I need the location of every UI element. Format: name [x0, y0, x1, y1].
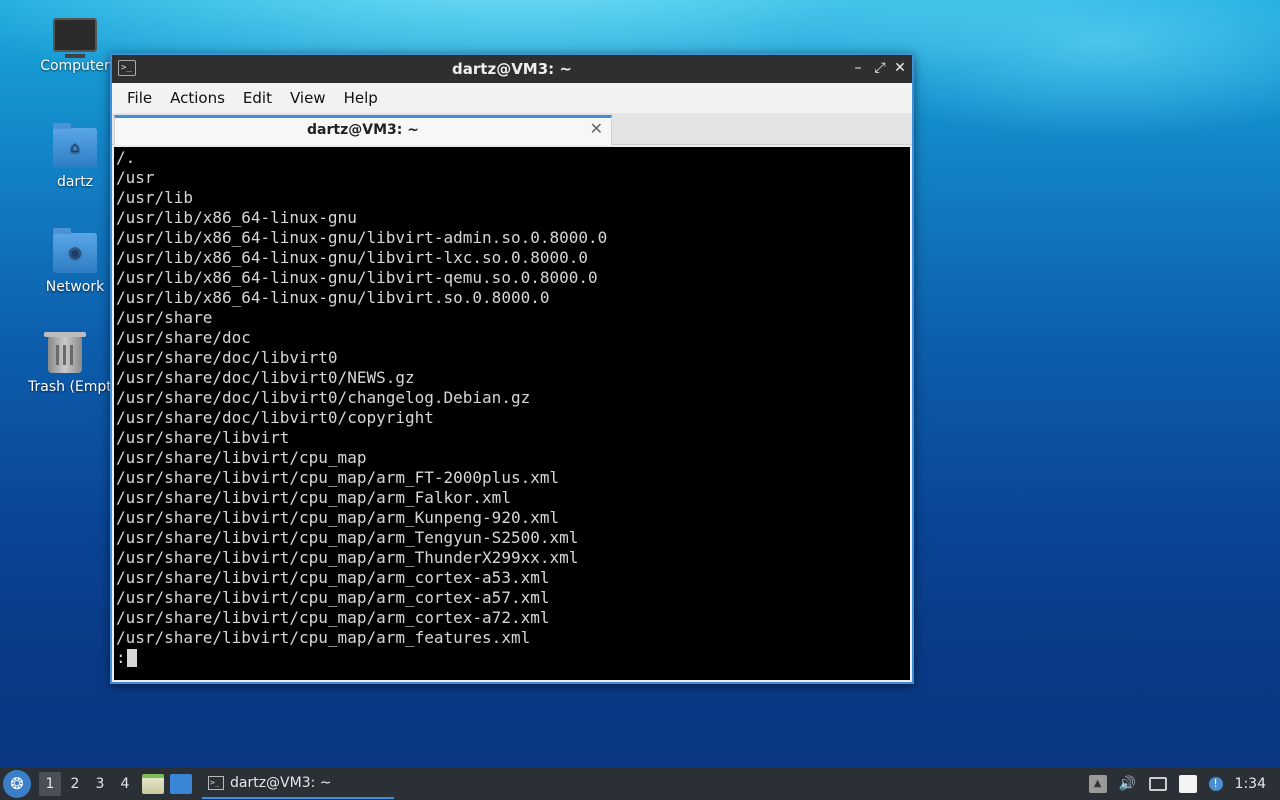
minimize-button[interactable]: –: [848, 58, 868, 78]
workspace-3[interactable]: 3: [89, 772, 111, 796]
pager-prompt-text: :: [116, 648, 126, 667]
terminal-line: /usr/share: [116, 308, 213, 327]
pager-prompt[interactable]: :: [116, 648, 908, 668]
terminal-line: /usr/share/doc/libvirt0/changelog.Debian…: [116, 388, 531, 407]
computer-icon: [53, 18, 97, 58]
terminal-window: >_ dartz@VM3: ~ – ⤢ ✕ File Actions Edit …: [110, 53, 914, 684]
window-titlebar[interactable]: >_ dartz@VM3: ~ – ⤢ ✕: [112, 55, 912, 83]
terminal-line: /usr/share/libvirt/cpu_map/arm_Falkor.xm…: [116, 488, 511, 507]
terminal-line: /usr/share/doc: [116, 328, 251, 347]
terminal-task-icon: >_: [208, 776, 224, 790]
terminal-line: /usr/share/libvirt/cpu_map/arm_features.…: [116, 628, 531, 647]
terminal-line: /usr/share/libvirt/cpu_map/arm_cortex-a5…: [116, 588, 550, 607]
terminal-line: /usr/share/libvirt: [116, 428, 290, 447]
file-manager-icon[interactable]: [142, 774, 164, 794]
start-menu-button[interactable]: ❂: [3, 770, 31, 798]
trash-icon: [44, 332, 86, 373]
close-button[interactable]: ✕: [890, 58, 910, 78]
terminal-line: /usr/share/libvirt/cpu_map/arm_cortex-a7…: [116, 608, 550, 627]
network-folder-icon: ◉: [53, 228, 97, 273]
text-cursor: [126, 649, 137, 667]
network-glyph: ◉: [68, 243, 82, 261]
workspace-4[interactable]: 4: [114, 772, 136, 796]
menu-actions[interactable]: Actions: [161, 89, 234, 107]
tab-title: dartz@VM3: ~: [307, 122, 419, 138]
terminal-output[interactable]: /. /usr /usr/lib /usr/lib/x86_64-linux-g…: [114, 147, 910, 680]
desktop-icon-trash[interactable]: Trash (Empty): [20, 332, 110, 395]
tab-close-icon[interactable]: ✕: [590, 119, 603, 138]
terminal-line: /usr/share/libvirt/cpu_map/arm_cortex-a5…: [116, 568, 550, 587]
menu-edit[interactable]: Edit: [234, 89, 281, 107]
terminal-line: /usr/share/libvirt/cpu_map/arm_FT-2000pl…: [116, 468, 560, 487]
desktop-icon-label: Trash (Empty): [28, 379, 110, 395]
maximize-button[interactable]: ⤢: [870, 58, 890, 78]
workspace-2[interactable]: 2: [64, 772, 86, 796]
terminal-line: /usr/lib/x86_64-linux-gnu: [116, 208, 357, 227]
show-desktop-icon[interactable]: [170, 774, 192, 794]
terminal-line: /usr/share/doc/libvirt0: [116, 348, 338, 367]
terminal-line: /usr/share/doc/libvirt0/NEWS.gz: [116, 368, 415, 387]
network-icon[interactable]: [1148, 777, 1167, 791]
eject-icon[interactable]: ▲: [1088, 775, 1107, 793]
terminal-line: /.: [116, 148, 136, 167]
terminal-line: /usr/lib/x86_64-linux-gnu/libvirt-qemu.s…: [116, 268, 598, 287]
home-folder-icon: ⌂: [53, 123, 97, 168]
update-notifier-icon[interactable]: !: [1208, 777, 1223, 791]
menu-help[interactable]: Help: [335, 89, 387, 107]
taskbar-task-terminal[interactable]: >_ dartz@VM3: ~: [202, 769, 394, 799]
taskbar: ❂ 1 2 3 4 >_ dartz@VM3: ~ ▲ 🔊 ! 1:34: [0, 768, 1280, 800]
clipboard-icon[interactable]: [1178, 775, 1197, 793]
menubar: File Actions Edit View Help: [112, 83, 912, 113]
terminal-line: /usr/lib/x86_64-linux-gnu/libvirt-admin.…: [116, 228, 608, 247]
home-glyph: ⌂: [70, 138, 80, 156]
terminal-line: /usr/share/libvirt/cpu_map/arm_ThunderX2…: [116, 548, 579, 567]
terminal-line: /usr/share/libvirt/cpu_map/arm_Tengyun-S…: [116, 528, 579, 547]
task-label: dartz@VM3: ~: [230, 775, 332, 791]
terminal-line: /usr/lib/x86_64-linux-gnu/libvirt-lxc.so…: [116, 248, 589, 267]
workspace-1[interactable]: 1: [39, 772, 61, 796]
system-tray: ▲ 🔊 ! 1:34: [1088, 768, 1280, 800]
window-title: dartz@VM3: ~: [452, 60, 572, 78]
terminal-line: /usr/share/libvirt/cpu_map: [116, 448, 367, 467]
terminal-line: /usr/lib/x86_64-linux-gnu/libvirt.so.0.8…: [116, 288, 550, 307]
volume-icon[interactable]: 🔊: [1119, 775, 1137, 793]
terminal-line: /usr: [116, 168, 155, 187]
terminal-line: /usr/share/doc/libvirt0/copyright: [116, 408, 434, 427]
tab-bar: dartz@VM3: ~ ✕: [112, 113, 912, 145]
tab-terminal[interactable]: dartz@VM3: ~ ✕: [114, 115, 612, 145]
menu-view[interactable]: View: [281, 89, 335, 107]
terminal-line: /usr/share/libvirt/cpu_map/arm_Kunpeng-9…: [116, 508, 560, 527]
terminal-line: /usr/lib: [116, 188, 194, 207]
clock[interactable]: 1:34: [1235, 776, 1266, 792]
menu-file[interactable]: File: [118, 89, 161, 107]
